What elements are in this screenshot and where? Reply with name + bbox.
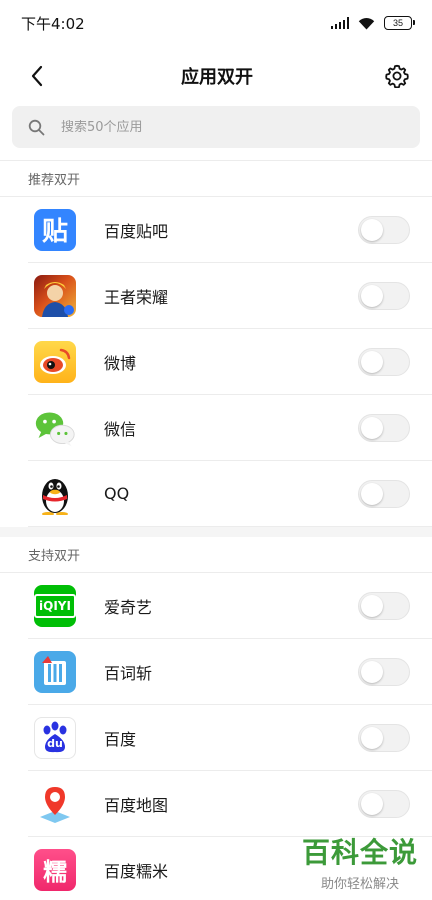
baidu-icon-text: du	[47, 737, 63, 750]
battery-level: 35	[392, 18, 403, 28]
app-name: 百度	[104, 729, 137, 749]
toggle-knob	[361, 792, 383, 815]
toggle-knob	[361, 482, 383, 505]
section-gap	[0, 527, 432, 537]
dual-app-toggle[interactable]	[358, 479, 410, 508]
dual-app-toggle[interactable]	[358, 591, 410, 620]
section-header-supported: 支持双开	[0, 537, 432, 573]
wechat-bubbles-icon	[35, 411, 75, 446]
status-time: 下午4:02	[21, 14, 85, 33]
dual-app-toggle[interactable]	[358, 723, 410, 752]
dual-app-toggle[interactable]	[358, 413, 410, 442]
app-row-tieba[interactable]: 贴 百度贴吧	[28, 197, 432, 263]
app-row-wechat[interactable]: 微信	[28, 395, 432, 461]
dual-app-toggle[interactable]	[358, 657, 410, 686]
weibo-eye-icon	[40, 348, 71, 374]
status-bar: 下午4:02 35	[0, 0, 432, 46]
wechat-icon	[34, 407, 76, 449]
baicizhan-icon	[34, 650, 76, 693]
search-icon	[28, 119, 45, 135]
tieba-icon-glyph: 贴	[41, 217, 68, 247]
search-bar[interactable]	[12, 106, 420, 148]
iqiyi-icon: iQIYI	[34, 584, 76, 627]
app-row-baicizhan[interactable]: 百词斩	[28, 639, 432, 705]
app-name: 爱奇艺	[104, 597, 153, 617]
dual-app-toggle[interactable]	[358, 215, 410, 244]
header: 应用双开	[0, 46, 432, 106]
app-name: 王者荣耀	[104, 287, 169, 307]
iqiyi-logo: iQIYI	[34, 593, 76, 618]
app-name: 微信	[104, 419, 137, 439]
baicizhan-logo-icon	[42, 655, 66, 685]
app-row-qq[interactable]: QQ	[28, 461, 432, 527]
qq-penguin-icon	[42, 478, 68, 515]
back-button[interactable]	[24, 63, 50, 89]
battery-icon: 35	[384, 16, 415, 30]
watermark-subtitle: 助你轻松解决	[320, 877, 399, 892]
app-name: 百词斩	[104, 663, 153, 683]
honor-of-kings-icon	[34, 274, 76, 317]
wifi-icon	[358, 17, 375, 29]
back-arrow-icon	[31, 65, 43, 87]
toggle-knob	[361, 660, 383, 683]
qq-icon	[34, 473, 76, 515]
settings-button[interactable]	[384, 63, 410, 89]
dual-app-toggle[interactable]	[358, 789, 410, 818]
page-title: 应用双开	[181, 67, 253, 88]
status-icons: 35	[330, 16, 415, 30]
app-row-honor-of-kings[interactable]: 王者荣耀	[28, 263, 432, 329]
nuomi-icon-glyph: 糯	[43, 858, 67, 886]
dual-app-toggle[interactable]	[358, 347, 410, 376]
signal-icon	[330, 17, 349, 29]
search-container	[0, 106, 432, 148]
toggle-knob	[361, 416, 383, 439]
watermark-title: 百科全说	[301, 836, 418, 869]
tieba-icon: 贴	[34, 208, 76, 251]
baidu-icon: du	[34, 716, 76, 759]
toggle-knob	[361, 284, 383, 307]
weibo-icon	[34, 340, 76, 383]
app-row-baidu-map[interactable]: 百度地图	[28, 771, 432, 837]
toggle-knob	[361, 218, 383, 241]
baidu-map-icon	[34, 783, 76, 825]
toggle-knob	[361, 594, 383, 617]
toggle-knob	[361, 726, 383, 749]
app-row-iqiyi[interactable]: iQIYI 爱奇艺	[28, 573, 432, 639]
section-header-recommended: 推荐双开	[0, 161, 432, 197]
map-pin-icon	[40, 786, 70, 823]
app-row-baidu[interactable]: du 百度	[28, 705, 432, 771]
watermark: 百科全说 助你轻松解决	[302, 831, 418, 892]
baidu-nuomi-icon: 糯	[34, 848, 76, 891]
app-name: 百度贴吧	[104, 221, 169, 241]
hero-figure-icon	[42, 281, 74, 317]
search-input[interactable]	[61, 119, 361, 135]
app-name: QQ	[104, 484, 130, 503]
gear-icon	[385, 64, 409, 88]
app-name: 百度地图	[104, 795, 169, 815]
dual-app-toggle[interactable]	[358, 281, 410, 310]
app-name: 微博	[104, 353, 137, 373]
toggle-knob	[361, 350, 383, 373]
app-row-weibo[interactable]: 微博	[28, 329, 432, 395]
